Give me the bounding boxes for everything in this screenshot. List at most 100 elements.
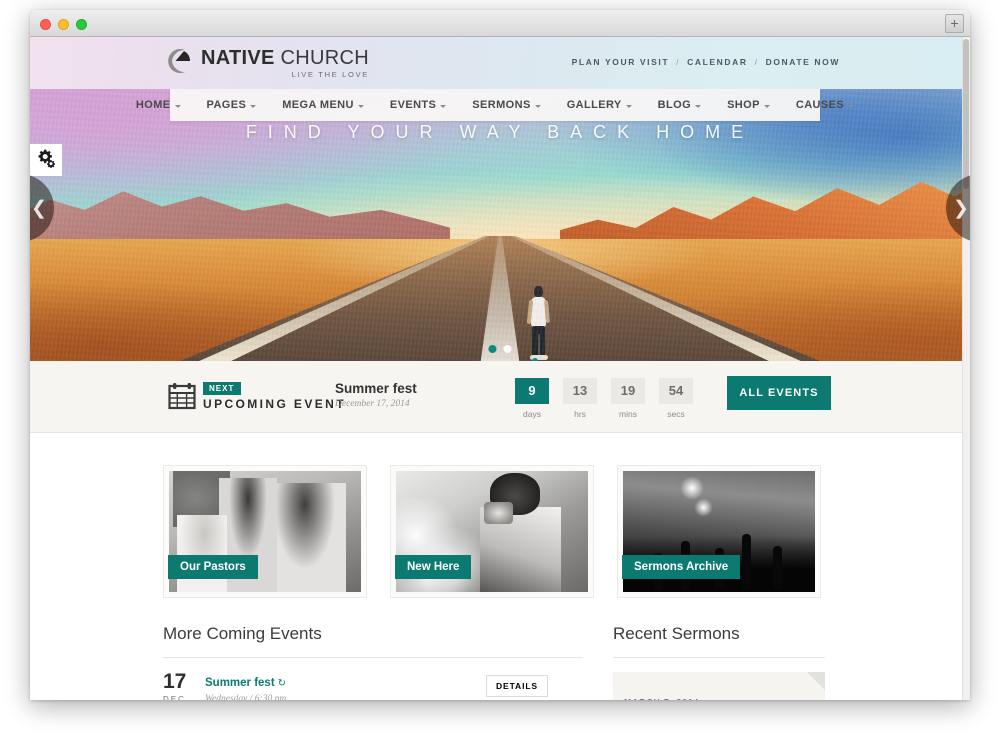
link-separator-1: / (676, 57, 681, 67)
event-details-button[interactable]: DETAILS (485, 675, 548, 697)
walker-head (534, 286, 543, 297)
upcoming-event-label: UPCOMING EVENT (203, 397, 346, 411)
event-list-item: 17 DEC Summer fest ↻ Wednesday / 6:30 pm … (163, 658, 583, 700)
chevron-left-icon: ❮ (31, 197, 47, 219)
browser-window: + NATIVE CHURCH LIVE THE LOVE PLAN YOUR … (30, 10, 970, 700)
upcoming-event-date: December 17, 2014 (335, 399, 410, 409)
event-name[interactable]: Summer fest (205, 677, 275, 689)
new-tab-button[interactable]: + (945, 14, 964, 33)
event-info-block: Summer fest ↻ Wednesday / 6:30 pm (205, 672, 286, 700)
sermon-list-item[interactable]: MARCH 7, 2014 (613, 672, 825, 700)
sermon-card-fold (807, 672, 825, 690)
event-month: DEC (163, 695, 186, 700)
hero-slider: HOME PAGES MEGA MENU EVENTS SERMONS GALL… (30, 89, 970, 361)
hero-headline: FIND YOUR WAY BACK HOME (245, 122, 755, 142)
all-events-button[interactable]: ALL EVENTS (727, 376, 831, 410)
countdown-minutes-unit: mins (619, 409, 637, 419)
countdown-seconds: 54 secs (659, 378, 693, 419)
slider-dot-1[interactable] (488, 345, 497, 353)
chevron-down-icon (848, 104, 855, 108)
chevron-down-icon (174, 104, 181, 108)
nav-item-shop[interactable]: SHOP (727, 99, 770, 111)
countdown-days: 9 days (515, 378, 549, 419)
event-name-row: Summer fest ↻ (205, 673, 286, 691)
hero-walking-person (523, 286, 569, 361)
countdown-seconds-unit: secs (667, 409, 685, 419)
photo-hands (484, 502, 514, 525)
countdown-days-unit: days (523, 409, 541, 419)
page-viewport: NATIVE CHURCH LIVE THE LOVE PLAN YOUR VI… (30, 37, 970, 700)
upcoming-event-label-block: NEXT UPCOMING EVENT (203, 378, 346, 411)
countdown-hours-value: 13 (563, 378, 597, 404)
browser-titlebar: + (30, 10, 970, 37)
nav-label: BLOG (657, 99, 692, 111)
site-logo[interactable]: NATIVE CHURCH LIVE THE LOVE (163, 43, 369, 79)
countdown-timer: 9 days 13 hrs 19 mins 54 secs (515, 378, 693, 419)
utility-links: PLAN YOUR VISIT / CALENDAR / DONATE NOW (572, 57, 840, 67)
link-calendar[interactable]: CALENDAR (687, 57, 748, 67)
recent-sermons-title: Recent Sermons (613, 624, 825, 658)
chevron-right-icon: ❯ (953, 197, 969, 219)
main-navigation: HOME PAGES MEGA MENU EVENTS SERMONS GALL… (136, 89, 855, 121)
chevron-down-icon (695, 104, 702, 108)
nav-label: SHOP (727, 99, 760, 111)
link-donate-now[interactable]: DONATE NOW (766, 57, 840, 67)
nav-label: GALLERY (566, 99, 622, 111)
upcoming-event-title[interactable]: Summer fest (335, 381, 417, 396)
nav-label: CAUSES (795, 99, 845, 111)
swoosh-logo-icon (163, 46, 193, 76)
link-separator-2: / (754, 57, 759, 67)
countdown-hours-unit: hrs (574, 409, 586, 419)
window-minimize-button[interactable] (58, 19, 69, 30)
more-coming-events-section: More Coming Events 17 DEC Summer fest ↻ W… (163, 624, 583, 700)
nav-item-blog[interactable]: BLOG (657, 99, 702, 111)
slider-dot-2[interactable] (503, 345, 512, 353)
page-scrollbar-thumb[interactable] (963, 39, 969, 189)
upcoming-event-details: Summer fest December 17, 2014 (335, 381, 417, 409)
nav-label: MEGA MENU (282, 99, 354, 111)
nav-item-pages[interactable]: PAGES (207, 99, 257, 111)
event-when: Wednesday / 6:30 pm (205, 694, 287, 700)
logo-title-light: CHURCH (280, 47, 369, 69)
event-day: 17 (163, 670, 187, 693)
photo-raised-hand (742, 533, 752, 590)
calendar-icon (168, 382, 196, 410)
nav-label: SERMONS (472, 99, 531, 111)
link-plan-your-visit[interactable]: PLAN YOUR VISIT (572, 57, 670, 67)
nav-label: HOME (135, 99, 171, 111)
countdown-minutes-value: 19 (611, 378, 645, 404)
feature-card-sermons-archive[interactable]: Sermons Archive (617, 465, 821, 598)
window-close-button[interactable] (40, 19, 51, 30)
sermon-date: MARCH 7, 2014 (624, 697, 699, 700)
nav-label: EVENTS (389, 99, 437, 111)
nav-label: PAGES (206, 99, 247, 111)
countdown-days-value: 9 (515, 378, 549, 404)
upcoming-event-bar: NEXT UPCOMING EVENT Summer fest December… (30, 361, 970, 433)
recent-sermons-section: Recent Sermons MARCH 7, 2014 (613, 624, 825, 700)
nav-item-events[interactable]: EVENTS (389, 99, 447, 111)
nav-item-home[interactable]: HOME (136, 99, 181, 111)
chevron-down-icon (625, 104, 632, 108)
slider-pagination (488, 345, 512, 353)
nav-item-gallery[interactable]: GALLERY (567, 99, 632, 111)
chevron-down-icon (357, 104, 364, 108)
feature-card-our-pastors[interactable]: Our Pastors (163, 465, 367, 598)
recurring-icon: ↻ (277, 678, 287, 689)
theme-settings-toggle[interactable] (30, 144, 62, 176)
nav-item-sermons[interactable]: SERMONS (472, 99, 541, 111)
card-label-sermons-archive[interactable]: Sermons Archive (622, 555, 741, 579)
countdown-minutes: 19 mins (611, 378, 645, 419)
card-label-our-pastors[interactable]: Our Pastors (168, 555, 258, 579)
next-badge: NEXT (203, 382, 242, 395)
nav-item-causes[interactable]: CAUSES (795, 99, 855, 111)
nav-item-mega-menu[interactable]: MEGA MENU (282, 99, 364, 111)
feature-cards: Our Pastors New Here Sermons Archive (30, 465, 970, 598)
card-label-new-here[interactable]: New Here (395, 555, 472, 579)
chevron-down-icon (763, 104, 770, 108)
window-maximize-button[interactable] (76, 19, 87, 30)
logo-tagline: LIVE THE LOVE (291, 70, 369, 79)
photo-stage-light-2 (692, 497, 716, 517)
gear-settings-icon (36, 148, 56, 173)
feature-card-new-here[interactable]: New Here (390, 465, 594, 598)
countdown-seconds-value: 54 (659, 378, 693, 404)
